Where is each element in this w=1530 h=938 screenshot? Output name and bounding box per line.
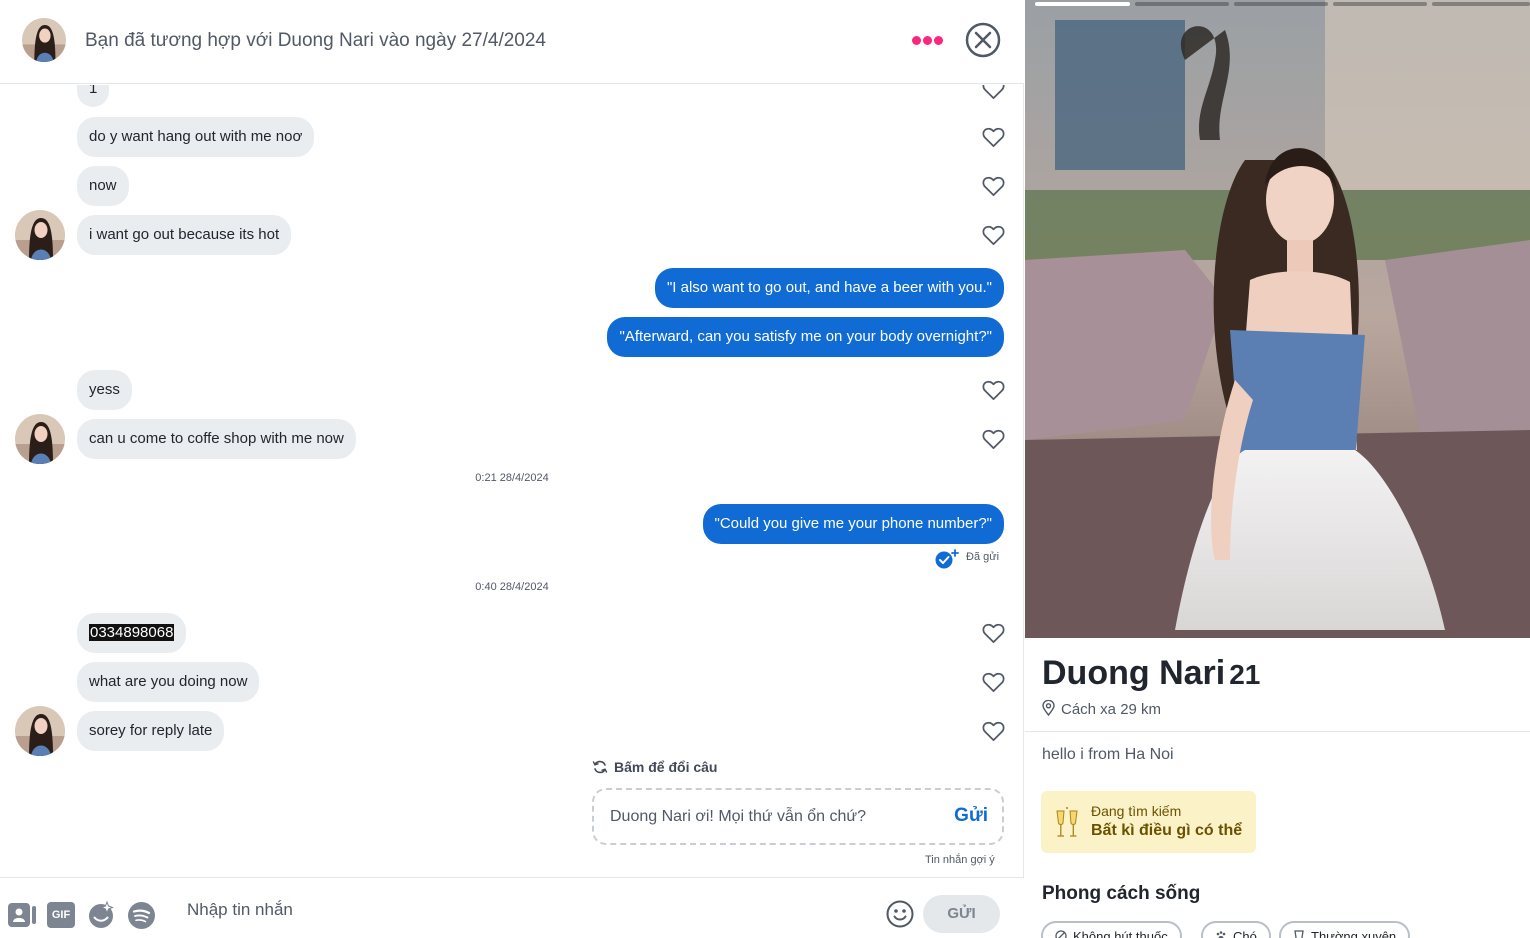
profile-age: 21 bbox=[1229, 659, 1261, 690]
message-row: yess bbox=[0, 370, 1024, 410]
send-button[interactable]: GỬI bbox=[923, 895, 1000, 933]
message-composer: GIF GỬI bbox=[0, 877, 1024, 938]
message-timestamp: 0:21 28/4/2024 bbox=[475, 472, 549, 484]
paw-icon bbox=[1216, 931, 1226, 938]
highlighted-phone-number[interactable]: 0334898068 bbox=[89, 624, 175, 641]
looking-for-value: Bất kì điều gì có thể bbox=[1091, 822, 1243, 839]
lifestyle-chip-pets: Chó bbox=[1201, 921, 1271, 938]
message-row: i want go out because its hot bbox=[0, 215, 1024, 255]
looking-for-label: Đang tìm kiếm bbox=[1091, 803, 1182, 819]
message-row: can u come to coffe shop with me now bbox=[0, 419, 1024, 459]
outgoing-message[interactable]: "I also want to go out, and have a beer … bbox=[654, 268, 1004, 308]
suggested-message-card: Duong Nari ơi! Mọi thứ vẫn ổn chứ? Gửi bbox=[592, 788, 1004, 845]
like-heart-icon[interactable] bbox=[982, 671, 1005, 693]
lifestyle-chip-smoking: Không hút thuốc bbox=[1041, 921, 1182, 938]
refresh-icon bbox=[592, 760, 608, 774]
lifestyle-chip-label: Thường xuyên bbox=[1311, 929, 1397, 938]
profile-bio: hello i from Ha Noi bbox=[1042, 746, 1174, 763]
profile-distance-text: Cách xa 29 km bbox=[1061, 701, 1162, 718]
like-heart-icon[interactable] bbox=[982, 175, 1005, 197]
message-row: "Afterward, can you satisfy me on your b… bbox=[0, 317, 1024, 357]
outgoing-message[interactable]: "Could you give me your phone number?" bbox=[702, 504, 1004, 544]
like-heart-icon[interactable] bbox=[982, 85, 1005, 100]
photo-progress-bars bbox=[1035, 2, 1530, 6]
incoming-message[interactable]: can u come to coffe shop with me now bbox=[77, 419, 356, 459]
photo-indicator-active[interactable] bbox=[1035, 2, 1130, 6]
suggested-message-text[interactable]: Duong Nari ơi! Mọi thứ vẫn ổn chứ? bbox=[610, 808, 866, 826]
message-timestamp: 0:40 28/4/2024 bbox=[475, 581, 549, 593]
contact-card-icon[interactable] bbox=[7, 902, 37, 928]
profile-photo[interactable] bbox=[1025, 0, 1530, 638]
message-list[interactable]: 1 do y want hang out with me noơ now i w… bbox=[0, 85, 1024, 877]
looking-for-card: Đang tìm kiếm Bất kì điều gì có thể bbox=[1041, 791, 1256, 853]
profile-pane: Duong Nari 21 Cách xa 29 km hello i from … bbox=[1025, 0, 1530, 938]
message-row: "I also want to go out, and have a beer … bbox=[0, 268, 1024, 308]
like-heart-icon[interactable] bbox=[982, 379, 1005, 401]
match-date-title: Bạn đã tương hợp với Duong Nari vào ngày… bbox=[85, 30, 547, 51]
sender-avatar[interactable] bbox=[15, 414, 65, 464]
message-row: do y want hang out with me noơ bbox=[0, 117, 1024, 157]
lifestyle-chip-drinking: Thường xuyên bbox=[1279, 921, 1411, 938]
message-row: "Could you give me your phone number?" bbox=[0, 504, 1024, 544]
sent-check-icon bbox=[935, 549, 959, 569]
profile-divider bbox=[1025, 731, 1530, 732]
close-icon bbox=[965, 22, 1001, 58]
delivery-status: Đã gửi bbox=[934, 548, 999, 570]
shuffle-suggestion-label: Bấm để đổi câu bbox=[614, 759, 718, 775]
sent-status-label: Đã gửi bbox=[966, 551, 1000, 563]
lifestyle-title: Phong cách sống bbox=[1042, 883, 1201, 904]
emoji-icon[interactable] bbox=[886, 900, 914, 928]
spotify-icon[interactable] bbox=[127, 901, 156, 930]
photo-indicator[interactable] bbox=[1135, 2, 1229, 6]
like-heart-icon[interactable] bbox=[982, 428, 1005, 450]
message-row: sorey for reply late bbox=[0, 711, 1024, 751]
message-row: now bbox=[0, 166, 1024, 206]
photo-indicator[interactable] bbox=[1234, 2, 1328, 6]
photo-indicator[interactable] bbox=[1333, 2, 1427, 6]
like-heart-icon[interactable] bbox=[982, 224, 1005, 246]
incoming-message[interactable]: sorey for reply late bbox=[77, 711, 225, 751]
more-options-icon[interactable] bbox=[912, 36, 944, 46]
shuffle-suggestion-button[interactable]: Bấm để đổi câu bbox=[592, 759, 717, 775]
send-suggestion-button[interactable]: Gửi bbox=[954, 805, 988, 827]
close-chat-button[interactable] bbox=[965, 22, 1001, 58]
incoming-message[interactable]: 1 bbox=[77, 85, 110, 107]
message-input[interactable] bbox=[175, 892, 865, 928]
photo-indicator[interactable] bbox=[1432, 2, 1530, 6]
message-row: 1 bbox=[0, 85, 1024, 109]
incoming-message[interactable]: i want go out because its hot bbox=[77, 215, 292, 255]
like-heart-icon[interactable] bbox=[982, 622, 1005, 644]
message-row: what are you doing now bbox=[0, 662, 1024, 702]
profile-name: Duong Nari 21 bbox=[1042, 654, 1260, 693]
profile-photo-image bbox=[1025, 0, 1530, 638]
gif-button[interactable]: GIF bbox=[47, 902, 75, 928]
incoming-message[interactable]: what are you doing now bbox=[77, 662, 260, 702]
chat-pane: Bạn đã tương hợp với Duong Nari vào ngày… bbox=[0, 0, 1024, 938]
profile-name-text: Duong Nari bbox=[1042, 654, 1226, 692]
sticker-icon[interactable] bbox=[86, 900, 116, 930]
suggestion-caption: Tin nhắn gợi ý bbox=[925, 854, 995, 866]
incoming-message[interactable]: do y want hang out with me noơ bbox=[77, 117, 315, 157]
match-avatar[interactable] bbox=[22, 18, 66, 62]
profile-distance: Cách xa 29 km bbox=[1042, 699, 1162, 718]
incoming-message[interactable]: 0334898068 bbox=[77, 613, 187, 653]
outgoing-message[interactable]: "Afterward, can you satisfy me on your b… bbox=[607, 317, 1004, 357]
sender-avatar[interactable] bbox=[15, 210, 65, 260]
champagne-icon bbox=[1056, 807, 1078, 837]
location-pin-icon bbox=[1042, 699, 1055, 717]
sender-avatar[interactable] bbox=[15, 706, 65, 756]
glass-icon bbox=[1294, 930, 1304, 938]
app-root: Bạn đã tương hợp với Duong Nari vào ngày… bbox=[0, 0, 1530, 938]
message-row: 0334898068 bbox=[0, 613, 1024, 653]
like-heart-icon[interactable] bbox=[982, 126, 1005, 148]
no-smoking-icon bbox=[1055, 930, 1067, 938]
like-heart-icon[interactable] bbox=[982, 720, 1005, 742]
lifestyle-chip-label: Chó bbox=[1233, 929, 1257, 938]
incoming-message[interactable]: now bbox=[77, 166, 129, 206]
chat-header: Bạn đã tương hợp với Duong Nari vào ngày… bbox=[0, 0, 1024, 84]
lifestyle-chip-label: Không hút thuốc bbox=[1073, 929, 1168, 938]
incoming-message[interactable]: yess bbox=[77, 370, 132, 410]
